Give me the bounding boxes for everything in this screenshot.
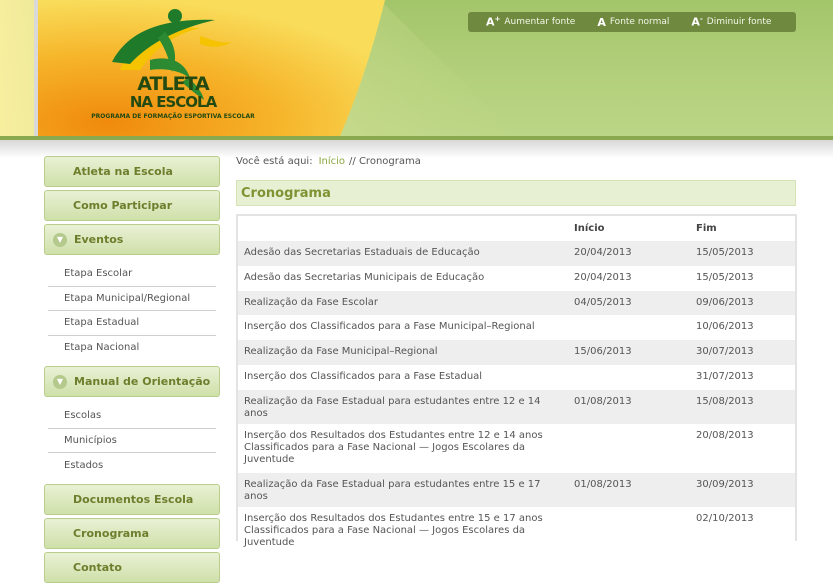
table-row: Inserção dos Resultados dos Estudantes e… — [238, 423, 795, 473]
end-cell: 10/06/2013 — [690, 315, 795, 341]
subnav-etapa-nacional[interactable]: Etapa Nacional — [48, 336, 216, 361]
subnav-etapa-escolar[interactable]: Etapa Escolar — [48, 262, 216, 287]
end-cell: 31/07/2013 — [690, 364, 795, 390]
page-title: Cronograma — [236, 180, 796, 206]
sidebar-nav: Atleta na Escola Como Participar ▼ Event… — [44, 156, 220, 584]
event-cell: Realização da Fase Escolar — [238, 290, 568, 316]
start-cell: 20/04/2013 — [568, 241, 690, 266]
header-end: Fim — [696, 223, 717, 234]
table-header-row: Início Fim — [238, 216, 795, 241]
nav-contato[interactable]: Contato — [44, 551, 220, 583]
event-cell: Inserção dos Resultados dos Estudantes e… — [238, 423, 568, 473]
decrease-font-button[interactable]: A- Diminuir fonte — [691, 15, 771, 29]
header-start: Início — [574, 223, 605, 234]
event-cell: Adesão das Secretarias Estaduais de Educ… — [238, 241, 568, 266]
table-row: Inserção dos Resultados dos Estudantes e… — [238, 506, 795, 556]
breadcrumb: Você está aqui: Início // Cronograma — [236, 156, 421, 167]
normal-font-label: Fonte normal — [609, 17, 670, 27]
start-cell — [568, 423, 690, 473]
nav-documentos-escola[interactable]: Documentos Escola — [44, 483, 220, 515]
end-cell: 20/08/2013 — [690, 423, 795, 473]
end-cell: 15/05/2013 — [690, 265, 795, 291]
subnav-etapa-estadual[interactable]: Etapa Estadual — [48, 311, 216, 336]
chevron-down-icon: ▼ — [53, 232, 67, 247]
nav-manual-de-orientacao[interactable]: ▼ Manual de Orientação — [44, 366, 220, 397]
start-cell: 01/08/2013 — [568, 472, 690, 507]
event-cell: Realização da Fase Estadual para estudan… — [238, 389, 568, 424]
table-row: Inserção dos Classificados para a Fase E… — [238, 364, 795, 390]
event-cell: Adesão das Secretarias Municipais de Edu… — [238, 265, 568, 291]
logo-line-2: NA ESCOLA — [129, 93, 217, 111]
start-cell: 20/04/2013 — [568, 265, 690, 291]
eventos-submenu: Etapa Escolar Etapa Municipal/Regional E… — [44, 258, 220, 366]
decrease-font-label: Diminuir fonte — [706, 17, 772, 27]
event-cell: Inserção dos Classificados para a Fase E… — [238, 364, 568, 390]
end-cell: 15/08/2013 — [690, 389, 795, 424]
event-cell: Realização da Fase Estadual para estudan… — [238, 472, 568, 507]
logo-text: ATLETA NA ESCOLA PROGRAMA DE FORMAÇÃO ES… — [88, 73, 258, 121]
nav-manual-label: Manual de Orientação — [74, 375, 211, 388]
event-cell: Inserção dos Classificados para a Fase M… — [238, 315, 568, 341]
increase-font-button[interactable]: A+ Aumentar fonte — [486, 15, 575, 29]
end-cell: 15/05/2013 — [690, 241, 795, 266]
start-cell: 01/08/2013 — [568, 389, 690, 424]
nav-atleta-na-escola[interactable]: Atleta na Escola — [44, 156, 220, 187]
normal-font-button[interactable]: A Fonte normal — [597, 16, 669, 29]
table-row: Inserção dos Classificados para a Fase M… — [238, 315, 795, 341]
end-cell: 09/06/2013 — [690, 290, 795, 316]
manual-submenu: Escolas Municípios Estados — [44, 400, 220, 484]
site-header: ATLETA NA ESCOLA PROGRAMA DE FORMAÇÃO ES… — [0, 0, 833, 140]
schedule-table-container: Início Fim Adesão das Secretarias Estadu… — [236, 214, 797, 556]
subnav-etapa-municipal-regional[interactable]: Etapa Municipal/Regional — [48, 287, 216, 311]
font-normal-icon: A — [597, 15, 606, 29]
increase-font-label: Aumentar fonte — [504, 17, 576, 27]
start-cell — [568, 315, 690, 341]
breadcrumb-prefix: Você está aqui: — [236, 156, 313, 167]
start-cell: 04/05/2013 — [568, 290, 690, 316]
font-increase-icon: A+ — [486, 15, 501, 29]
nav-cronograma[interactable]: Cronograma — [44, 517, 220, 549]
nav-eventos-label: Eventos — [74, 233, 124, 246]
logo-line-1: ATLETA — [137, 73, 209, 95]
start-cell — [568, 506, 690, 556]
font-size-toolbar: A+ Aumentar fonte A Fonte normal A- Dimi… — [468, 12, 796, 32]
table-row: Realização da Fase Escolar 04/05/2013 09… — [238, 290, 795, 316]
table-row: Realização da Fase Estadual para estudan… — [238, 389, 795, 424]
chevron-down-icon: ▼ — [53, 374, 67, 389]
end-cell: 02/10/2013 — [690, 506, 795, 556]
subnav-escolas[interactable]: Escolas — [48, 404, 216, 429]
breadcrumb-home-link[interactable]: Início — [319, 156, 345, 167]
logo-tagline: PROGRAMA DE FORMAÇÃO ESPORTIVA ESCOLAR — [91, 113, 255, 120]
schedule-table: Início Fim Adesão das Secretarias Estadu… — [238, 216, 795, 556]
table-row: Adesão das Secretarias Municipais de Edu… — [238, 265, 795, 291]
nav-eventos[interactable]: ▼ Eventos — [44, 224, 220, 255]
table-row: Realização da Fase Municipal–Regional 15… — [238, 340, 795, 365]
end-cell: 30/07/2013 — [690, 340, 795, 365]
font-decrease-icon: A- — [691, 15, 703, 29]
table-row: Adesão das Secretarias Estaduais de Educ… — [238, 241, 795, 266]
event-cell: Inserção dos Resultados dos Estudantes e… — [238, 506, 568, 556]
header-event — [238, 216, 568, 241]
subnav-municipios[interactable]: Municípios — [48, 429, 216, 453]
event-cell: Realização da Fase Municipal–Regional — [238, 340, 568, 365]
start-cell — [568, 364, 690, 390]
subnav-estados[interactable]: Estados — [48, 453, 216, 478]
start-cell: 15/06/2013 — [568, 340, 690, 365]
breadcrumb-current: // Cronograma — [349, 156, 421, 167]
table-row: Realização da Fase Estadual para estudan… — [238, 472, 795, 507]
end-cell: 30/09/2013 — [690, 472, 795, 507]
nav-como-participar[interactable]: Como Participar — [44, 190, 220, 221]
